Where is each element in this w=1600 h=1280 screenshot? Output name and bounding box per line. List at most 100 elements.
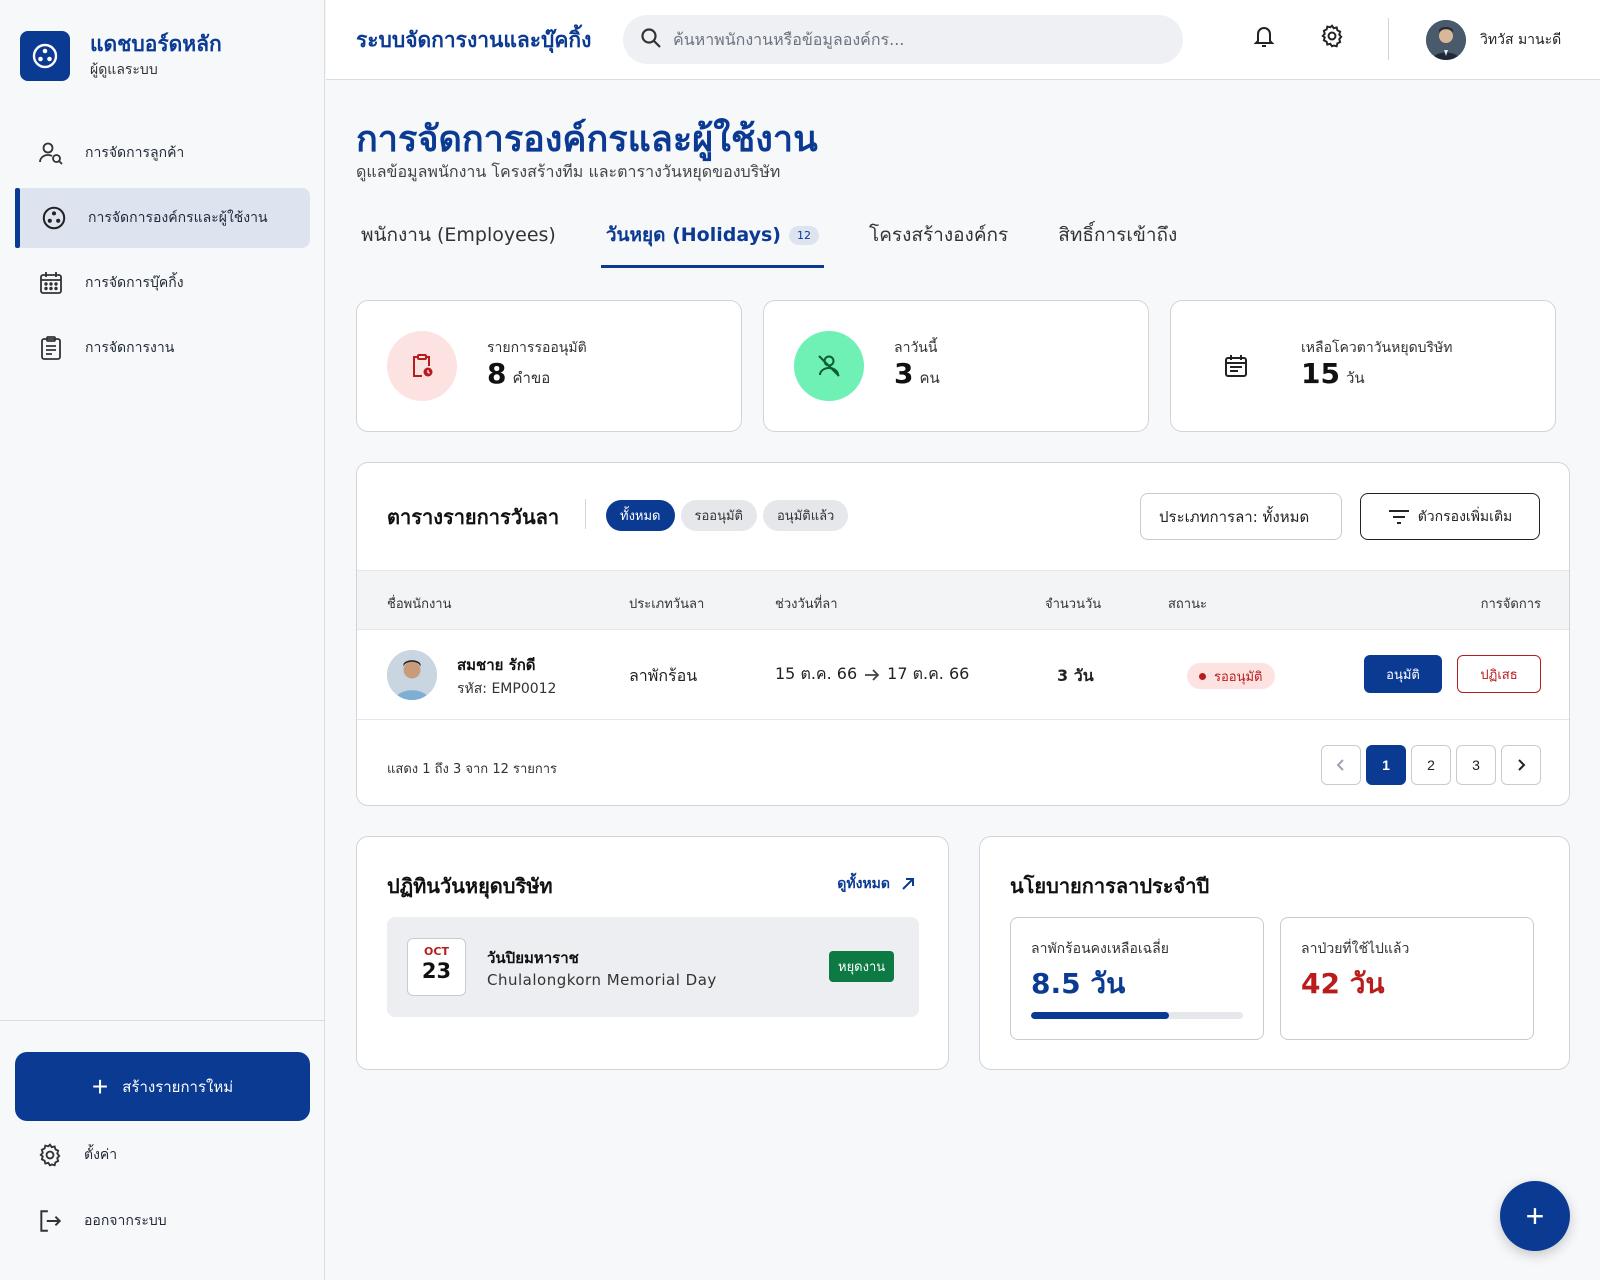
column-header: ชื่อพนักงาน [387, 597, 452, 612]
page-button-1[interactable]: 1 [1366, 745, 1406, 785]
user-name: วิทวัส มานะดี [1480, 32, 1562, 48]
next-page-button[interactable] [1501, 745, 1541, 785]
calendar-icon [37, 269, 65, 297]
stat-unit: คน [919, 369, 940, 387]
prev-page-button[interactable] [1321, 745, 1361, 785]
holiday-month: OCT [424, 945, 449, 958]
chevron-right-icon [1518, 759, 1526, 771]
create-new-button[interactable]: + สร้างรายการใหม่ [15, 1052, 310, 1121]
policy-label: ลาพักร้อนคงเหลือเฉลี่ย [1031, 941, 1169, 957]
stat-value: 3 คน [894, 357, 940, 390]
column-header: ช่วงวันที่ลา [775, 597, 838, 612]
tab-label: สิทธิ์การเข้าถึง [1058, 224, 1178, 246]
status-filter-chips: ทั้งหมด รออนุมัติ อนุมัติแล้ว [606, 500, 854, 531]
search-input[interactable] [673, 30, 1153, 49]
status-dot [1199, 672, 1206, 680]
leave-type-value: ประเภทการลา: ทั้งหมด [1159, 507, 1310, 526]
stat-number: 15 [1301, 357, 1340, 390]
page-subtitle: ดูแลข้อมูลพนักงาน โครงสร้างทีม และตารางว… [356, 162, 781, 181]
tab-holidays[interactable]: วันหยุด (Holidays) 12 [600, 205, 825, 268]
brand-subtitle: ผู้ดูแลระบบ [90, 62, 158, 78]
holiday-name-en: Chulalongkorn Memorial Day [487, 971, 717, 989]
sidebar-item-organization[interactable]: การจัดการองค์กรและผู้ใช้งาน [15, 188, 310, 248]
plus-icon: + [1525, 1197, 1545, 1234]
leave-table-card: ตารางรายการวันลา ทั้งหมด รออนุมัติ อนุมั… [356, 462, 1570, 806]
approve-button[interactable]: อนุมัติ [1364, 655, 1442, 693]
person-off-icon [794, 331, 864, 401]
hub-icon [20, 31, 70, 81]
progress-fill [1031, 1012, 1169, 1019]
tab-label: พนักงาน (Employees) [361, 224, 556, 246]
settings-label: ตั้งค่า [84, 1147, 118, 1163]
user-menu[interactable]: วิทวัส มานะดี [1426, 20, 1561, 60]
floating-add-button[interactable]: + [1500, 1181, 1570, 1251]
status-text: รออนุมัติ [1214, 669, 1263, 685]
pagination: 1 2 3 [1321, 745, 1546, 785]
view-all-link[interactable]: ดูทั้งหมด [837, 873, 916, 895]
leave-type-select[interactable]: ประเภทการลา: ทั้งหมด [1140, 493, 1342, 540]
leave-policy-card: นโยบายการลาประจำปี ลาพักร้อนคงเหลือเฉลี่… [979, 836, 1570, 1070]
sidebar-nav: การจัดการลูกค้า การจัดการองค์กรและผู้ใช้… [15, 123, 310, 383]
day-off-badge: หยุดงาน [829, 951, 895, 982]
vacation-progress-bar [1031, 1012, 1243, 1019]
tab-label: โครงสร้างองค์กร [868, 224, 1009, 246]
stat-card-holiday-quota: เหลือโควตาวันหยุดบริษัท 15 วัน [1170, 300, 1556, 432]
holiday-date: OCT 23 [407, 938, 466, 996]
tab-access-rights[interactable]: สิทธิ์การเข้าถึง [1053, 205, 1182, 265]
stat-number: 8 [487, 357, 507, 390]
sidebar-item-booking[interactable]: การจัดการบุ๊คกิ้ง [15, 253, 310, 313]
employee-name: สมชาย รักดี [457, 656, 536, 674]
sidebar-item-label: การจัดการบุ๊คกิ้ง [85, 275, 184, 291]
column-header: จำนวนวัน [1045, 597, 1102, 612]
policy-label: ลาป่วยที่ใช้ไปแล้ว [1301, 941, 1410, 957]
stat-card-on-leave: ลาวันนี้ 3 คน [763, 300, 1149, 432]
clipboard-icon [37, 334, 65, 362]
sidebar-item-tasks[interactable]: การจัดการงาน [15, 318, 310, 378]
chip-all[interactable]: ทั้งหมด [606, 500, 675, 531]
sidebar-item-label: การจัดการงาน [85, 340, 175, 356]
app-title: ระบบจัดการงานและบุ๊คกิ้ง [356, 28, 592, 52]
chip-pending[interactable]: รออนุมัติ [680, 500, 757, 531]
plus-icon: + [91, 1070, 109, 1102]
header-divider [1388, 18, 1389, 60]
sidebar-item-label: การจัดการองค์กรและผู้ใช้งาน [88, 210, 268, 226]
stat-label: ลาวันนี้ [894, 340, 938, 356]
stat-unit: วัน [1345, 369, 1365, 387]
tab-count-badge: 12 [788, 225, 819, 245]
tab-org-structure[interactable]: โครงสร้างองค์กร [864, 205, 1013, 265]
more-filters-button[interactable]: ตัวกรองเพิ่มเติม [1360, 493, 1540, 540]
sidebar-item-settings[interactable]: ตั้งค่า [36, 1135, 117, 1175]
policy-value: 42 วัน [1301, 967, 1385, 1000]
gear-icon [36, 1141, 64, 1169]
leave-start-date: 15 ต.ค. 66 [775, 664, 858, 683]
status-badge: รออนุมัติ [1187, 663, 1275, 689]
search-icon [639, 26, 663, 54]
column-header: สถานะ [1168, 597, 1207, 612]
pagination-summary: แสดง 1 ถึง 3 จาก 12 รายการ [387, 762, 558, 777]
page-button-3[interactable]: 3 [1456, 745, 1496, 785]
tab-bar: พนักงาน (Employees) วันหยุด (Holidays) 12… [356, 205, 1222, 268]
chip-approved[interactable]: อนุมัติแล้ว [763, 500, 849, 531]
stat-value: 15 วัน [1301, 357, 1365, 390]
holiday-item[interactable]: OCT 23 วันปิยมหาราช Chulalongkorn Memori… [387, 917, 919, 1017]
tab-employees[interactable]: พนักงาน (Employees) [356, 205, 561, 265]
stat-number: 3 [894, 357, 914, 390]
more-filters-label: ตัวกรองเพิ่มเติม [1417, 507, 1513, 524]
reject-button[interactable]: ปฏิเสธ [1457, 655, 1541, 693]
view-all-label: ดูทั้งหมด [837, 876, 890, 892]
stat-unit: คำขอ [512, 369, 551, 387]
holiday-calendar-title: ปฏิทินวันหยุดบริษัท [387, 874, 553, 898]
leave-end-date: 17 ต.ค. 66 [887, 664, 970, 683]
bell-icon[interactable] [1248, 20, 1280, 52]
sidebar-item-logout[interactable]: ออกจากระบบ [36, 1201, 167, 1241]
search-bar[interactable] [623, 15, 1183, 64]
stat-label: เหลือโควตาวันหยุดบริษัท [1301, 340, 1453, 356]
top-header: ระบบจัดการงานและบุ๊คกิ้ง วิทวัส มานะดี [326, 0, 1600, 80]
sidebar-item-customers[interactable]: การจัดการลูกค้า [15, 123, 310, 183]
gear-icon[interactable] [1316, 20, 1348, 52]
policy-box-vacation: ลาพักร้อนคงเหลือเฉลี่ย 8.5 วัน [1010, 917, 1264, 1040]
page-button-2[interactable]: 2 [1411, 745, 1451, 785]
arrow-right-icon [865, 668, 880, 681]
calendar-list-icon [1201, 331, 1271, 401]
brand[interactable]: แดชบอร์ดหลัก ผู้ดูแลระบบ [20, 31, 222, 81]
